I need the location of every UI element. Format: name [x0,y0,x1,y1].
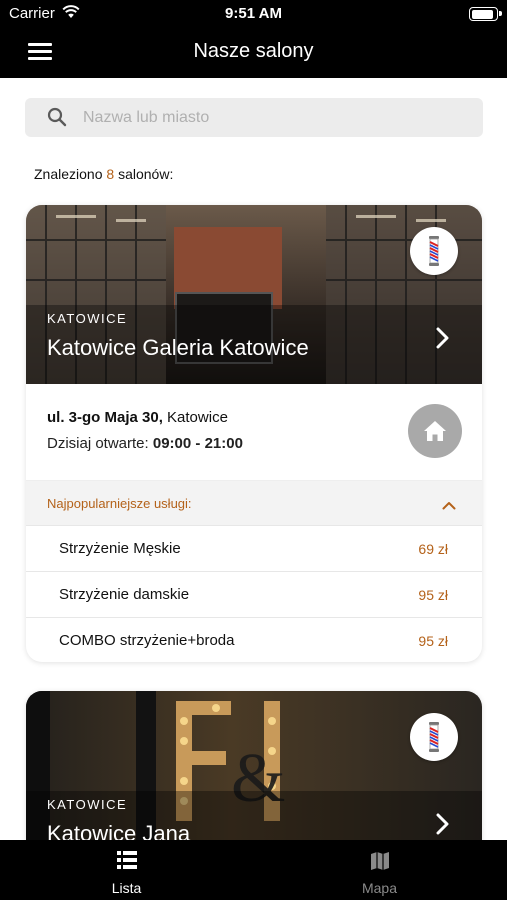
salon-name: Katowice Jana [47,821,191,840]
battery-icon [469,7,502,21]
page-title: Nasze salony [193,40,314,62]
chevron-right-icon[interactable] [436,327,450,354]
popular-services-label: Najpopularniejsze usługi: [47,496,192,511]
search-bar[interactable] [25,98,483,137]
salon-name: Katowice Galeria Katowice [47,335,309,360]
hours-value: 09:00 - 21:00 [152,435,243,452]
tab-map[interactable]: Mapa [253,840,506,900]
service-price: 69 zł [418,541,448,557]
results-prefix: Znaleziono [34,166,103,182]
salon-list-scroll[interactable]: Znaleziono 8 salonów: [0,78,507,840]
salon-photo: & [26,691,482,840]
list-icon [116,851,137,874]
chevron-up-icon [442,497,456,515]
tab-list-label: Lista [111,880,142,896]
tab-bar: Lista Mapa [0,840,507,900]
salon-city: KATOWICE [47,797,128,812]
service-price: 95 zł [418,587,448,603]
barber-pole-icon [410,227,458,275]
chevron-right-icon[interactable] [436,813,450,840]
map-icon [370,851,390,876]
tab-list[interactable]: Lista [0,840,253,900]
set-home-salon-button[interactable] [408,404,462,458]
address-city: Katowice [167,409,228,426]
status-bar: Carrier 9:51 AM [0,0,507,28]
opening-hours: Dzisiaj otwarte: 09:00 - 21:00 [47,435,243,452]
navigation-bar: Nasze salony [0,28,507,78]
salon-address-block: ul. 3-go Maja 30, Katowice Dzisiaj otwar… [26,384,482,480]
service-name: COMBO strzyżenie+broda [59,632,235,649]
results-number: 8 [106,166,115,182]
salon-address: ul. 3-go Maja 30, Katowice [47,409,228,426]
results-count: Znaleziono 8 salonów: [34,166,173,182]
service-row[interactable]: Strzyżenie Męskie 69 zł [26,526,482,572]
service-price: 95 zł [418,633,448,649]
service-row[interactable]: Strzyżenie damskie 95 zł [26,572,482,618]
search-icon [47,107,67,132]
service-name: Strzyżenie damskie [59,586,190,603]
salon-hero-image[interactable]: KATOWICE Katowice Galeria Katowice [26,205,482,384]
service-row[interactable]: COMBO strzyżenie+broda 95 zł [26,618,482,662]
salon-card[interactable]: KATOWICE Katowice Galeria Katowice ul. 3… [26,205,482,662]
hours-label: Dzisiaj otwarte: [47,435,149,452]
tab-map-label: Mapa [361,880,398,896]
service-name: Strzyżenie Męskie [59,540,181,557]
salon-city: KATOWICE [47,311,128,326]
popular-services-toggle[interactable]: Najpopularniejsze usługi: [26,480,482,526]
clock: 9:51 AM [225,5,282,22]
search-input[interactable] [83,98,463,137]
salon-hero-image[interactable]: & KATOWICE Katowice Jana [26,691,482,840]
results-suffix: salonów: [118,166,174,182]
salon-card[interactable]: & KATOWICE Katowice Jana [26,691,482,840]
home-icon [424,421,446,441]
barber-pole-icon [410,713,458,761]
address-street: ul. 3-go Maja 30, [47,409,163,426]
